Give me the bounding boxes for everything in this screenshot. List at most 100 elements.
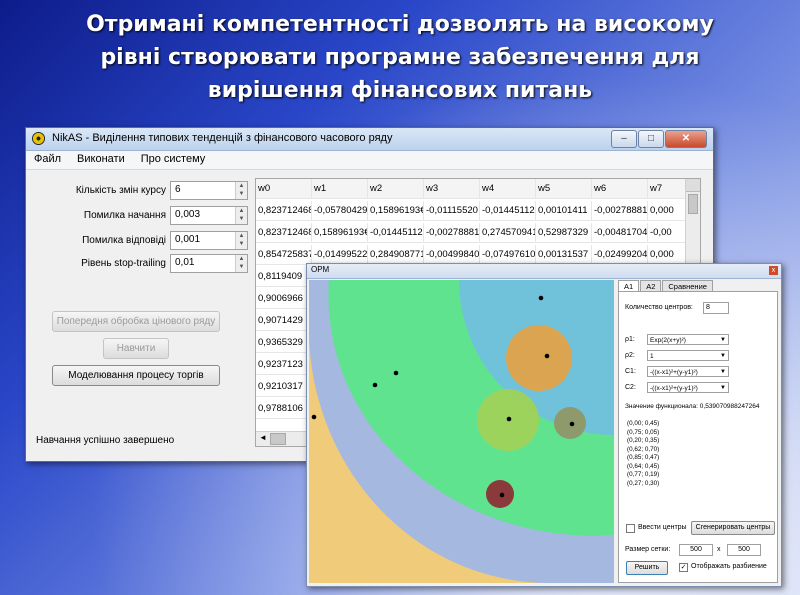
train-error-stepper[interactable]: 0,003 ▲ ▼ <box>170 206 248 225</box>
table-cell[interactable]: 0,9788106 <box>256 399 312 419</box>
table-cell[interactable]: 0,9210317 <box>256 377 312 397</box>
c2-label: C2: <box>625 384 636 391</box>
table-cell[interactable]: -0,00499840 <box>424 245 480 265</box>
column-header[interactable]: w1 <box>312 179 368 199</box>
column-header[interactable]: w2 <box>368 179 424 199</box>
maximize-button[interactable]: □ <box>638 130 664 148</box>
answer-error-value: 0,001 <box>175 234 201 245</box>
table-cell[interactable]: 0,52987329 <box>536 223 592 243</box>
table-cell[interactable]: -0,00481704 <box>592 223 648 243</box>
centers-count-input[interactable]: 8 <box>703 302 729 314</box>
table-cell[interactable]: -0,01445112 <box>368 223 424 243</box>
table-cell[interactable]: 0,00131537 <box>536 245 592 265</box>
table-cell[interactable]: 0,15896193€ <box>368 201 424 221</box>
h-scroll-thumb[interactable] <box>270 433 286 445</box>
rho2-select[interactable]: 1 ▼ <box>647 350 729 361</box>
center-point <box>569 421 575 427</box>
table-cell[interactable]: 0,9365329 <box>256 333 312 353</box>
chevron-down-icon: ▼ <box>720 385 726 391</box>
changes-value: 6 <box>175 184 181 195</box>
opm-close-button[interactable]: x <box>769 266 778 275</box>
table-cell[interactable]: 0,823712468 <box>256 223 312 243</box>
spin-arrows-icon[interactable]: ▲ ▼ <box>235 207 247 224</box>
title-bar[interactable]: NikAS - Виділення типових тенденцій з фі… <box>26 128 713 151</box>
table-cell[interactable]: 0,00101411 <box>536 201 592 221</box>
centers-count-label: Количество центров: <box>625 304 693 311</box>
enter-centers-checkbox[interactable] <box>626 524 635 533</box>
table-cell[interactable]: -0,00278881 <box>592 201 648 221</box>
c1-select[interactable]: -((x-x1)²+(y-y1)²) ▼ <box>647 366 729 377</box>
param-label-train-error: Помилка начання <box>83 210 166 221</box>
param-label-answer-error: Помилка відповіді <box>82 235 166 246</box>
table-cell[interactable]: 0,15896193€ <box>312 223 368 243</box>
table-cell[interactable]: -0,01499522 <box>312 245 368 265</box>
close-button[interactable]: ✕ <box>665 130 707 148</box>
rho2-value: 1 <box>650 353 654 360</box>
table-cell[interactable]: 0,284908771 <box>368 245 424 265</box>
table-cell[interactable]: -0,01115520 <box>424 201 480 221</box>
stop-trailing-stepper[interactable]: 0,01 ▲ ▼ <box>170 254 248 273</box>
table-row[interactable]: 0,823712468 -0,05780429 0,15896193€ -0,0111… <box>256 201 700 221</box>
answer-error-stepper[interactable]: 0,001 ▲ ▼ <box>170 231 248 250</box>
show-partition-label: Отображать разбиение <box>691 563 767 570</box>
menu-file[interactable]: Файл <box>26 151 69 169</box>
table-cell[interactable]: 0,274570941 <box>480 223 536 243</box>
scroll-left-arrow-icon[interactable]: ◄ <box>259 433 267 442</box>
functional-value: Значение функционала: 0,539070988247264 <box>625 403 760 410</box>
show-partition-checkbox[interactable]: ✓ <box>679 563 688 572</box>
table-cell[interactable]: 0,854725837 <box>256 245 312 265</box>
grid-width-input[interactable]: 500 <box>679 544 713 556</box>
scroll-thumb[interactable] <box>688 194 698 214</box>
table-cell[interactable]: -0,01445112 <box>480 201 536 221</box>
changes-stepper[interactable]: 6 ▲ ▼ <box>170 181 248 200</box>
heading-line-3: вирішення фінансових питань <box>207 78 593 103</box>
column-header[interactable]: w5 <box>536 179 592 199</box>
table-cell[interactable]: 0,9006966 <box>256 289 312 309</box>
menu-run[interactable]: Виконати <box>69 151 133 169</box>
column-header[interactable]: w6 <box>592 179 648 199</box>
scroll-up-arrow-icon[interactable] <box>686 179 700 192</box>
minimize-button[interactable]: – <box>611 130 637 148</box>
train-error-value: 0,003 <box>175 209 201 220</box>
slide-heading: Отримані компетентності дозволять на вис… <box>40 8 760 107</box>
table-row[interactable]: 0,854725837 -0,01499522 0,284908771 -0,0049… <box>256 245 700 265</box>
table-cell[interactable]: -0,05780429 <box>312 201 368 221</box>
preprocess-button[interactable]: Попередня обробка цінового ряду <box>52 311 220 332</box>
column-header[interactable]: w3 <box>424 179 480 199</box>
generate-centers-button[interactable]: Сгенерировать центры <box>691 521 775 535</box>
table-cell[interactable]: 0,8119409 <box>256 267 312 287</box>
param-label-changes: Кількість змін курсу <box>75 185 166 196</box>
simulate-trading-button[interactable]: Моделювання процесу торгів <box>52 365 220 386</box>
grid-height-input[interactable]: 500 <box>727 544 761 556</box>
table-cell[interactable]: -0,07497610 <box>480 245 536 265</box>
menu-about[interactable]: Про систему <box>133 151 214 169</box>
table-cell[interactable]: -0,00278881 <box>424 223 480 243</box>
region-orange <box>506 325 572 391</box>
table-cell[interactable]: -0,02499204 <box>592 245 648 265</box>
train-button[interactable]: Навчити <box>103 338 169 359</box>
opm-window: ОРМ x A1 A2 Сравнение Количество центров… <box>306 263 782 587</box>
table-row[interactable]: 0,823712468 0,15896193€ -0,01445112 -0,0027… <box>256 223 700 243</box>
heading-line-2: рівні створювати програмне забезпечення … <box>100 45 700 70</box>
spin-arrows-icon[interactable]: ▲ ▼ <box>235 182 247 199</box>
column-header[interactable]: w4 <box>480 179 536 199</box>
a1-panel: Количество центров: 8 ρ1: Exp(2(x+y)²) ▼ … <box>618 291 778 583</box>
spin-arrows-icon[interactable]: ▲ ▼ <box>235 255 247 272</box>
table-cell[interactable]: 0,9071429 <box>256 311 312 331</box>
enter-centers-label: Ввести центры <box>638 524 687 531</box>
centers-list: (0,00; 0,45) (0,75; 0,05) (0,20; 0,35) (0,6… <box>627 420 659 488</box>
opm-title-bar[interactable]: ОРМ x <box>307 264 781 279</box>
c2-select[interactable]: -((x-x1)²+(y-y1)²) ▼ <box>647 382 729 393</box>
rho1-value: Exp(2(x+y)²) <box>650 337 686 344</box>
solve-button[interactable]: Решить <box>626 561 668 575</box>
grid-header: w0 w1 w2 w3 w4 w5 w6 w7 <box>256 179 700 199</box>
column-header[interactable]: w0 <box>256 179 312 199</box>
chevron-down-icon: ▼ <box>720 353 726 359</box>
rho2-label: ρ2: <box>625 352 635 359</box>
spin-arrows-icon[interactable]: ▲ ▼ <box>235 232 247 249</box>
table-cell[interactable]: 0,9237123 <box>256 355 312 375</box>
center-point <box>544 353 550 359</box>
chevron-down-icon: ▼ <box>720 369 726 375</box>
table-cell[interactable]: 0,823712468 <box>256 201 312 221</box>
rho1-select[interactable]: Exp(2(x+y)²) ▼ <box>647 334 729 345</box>
